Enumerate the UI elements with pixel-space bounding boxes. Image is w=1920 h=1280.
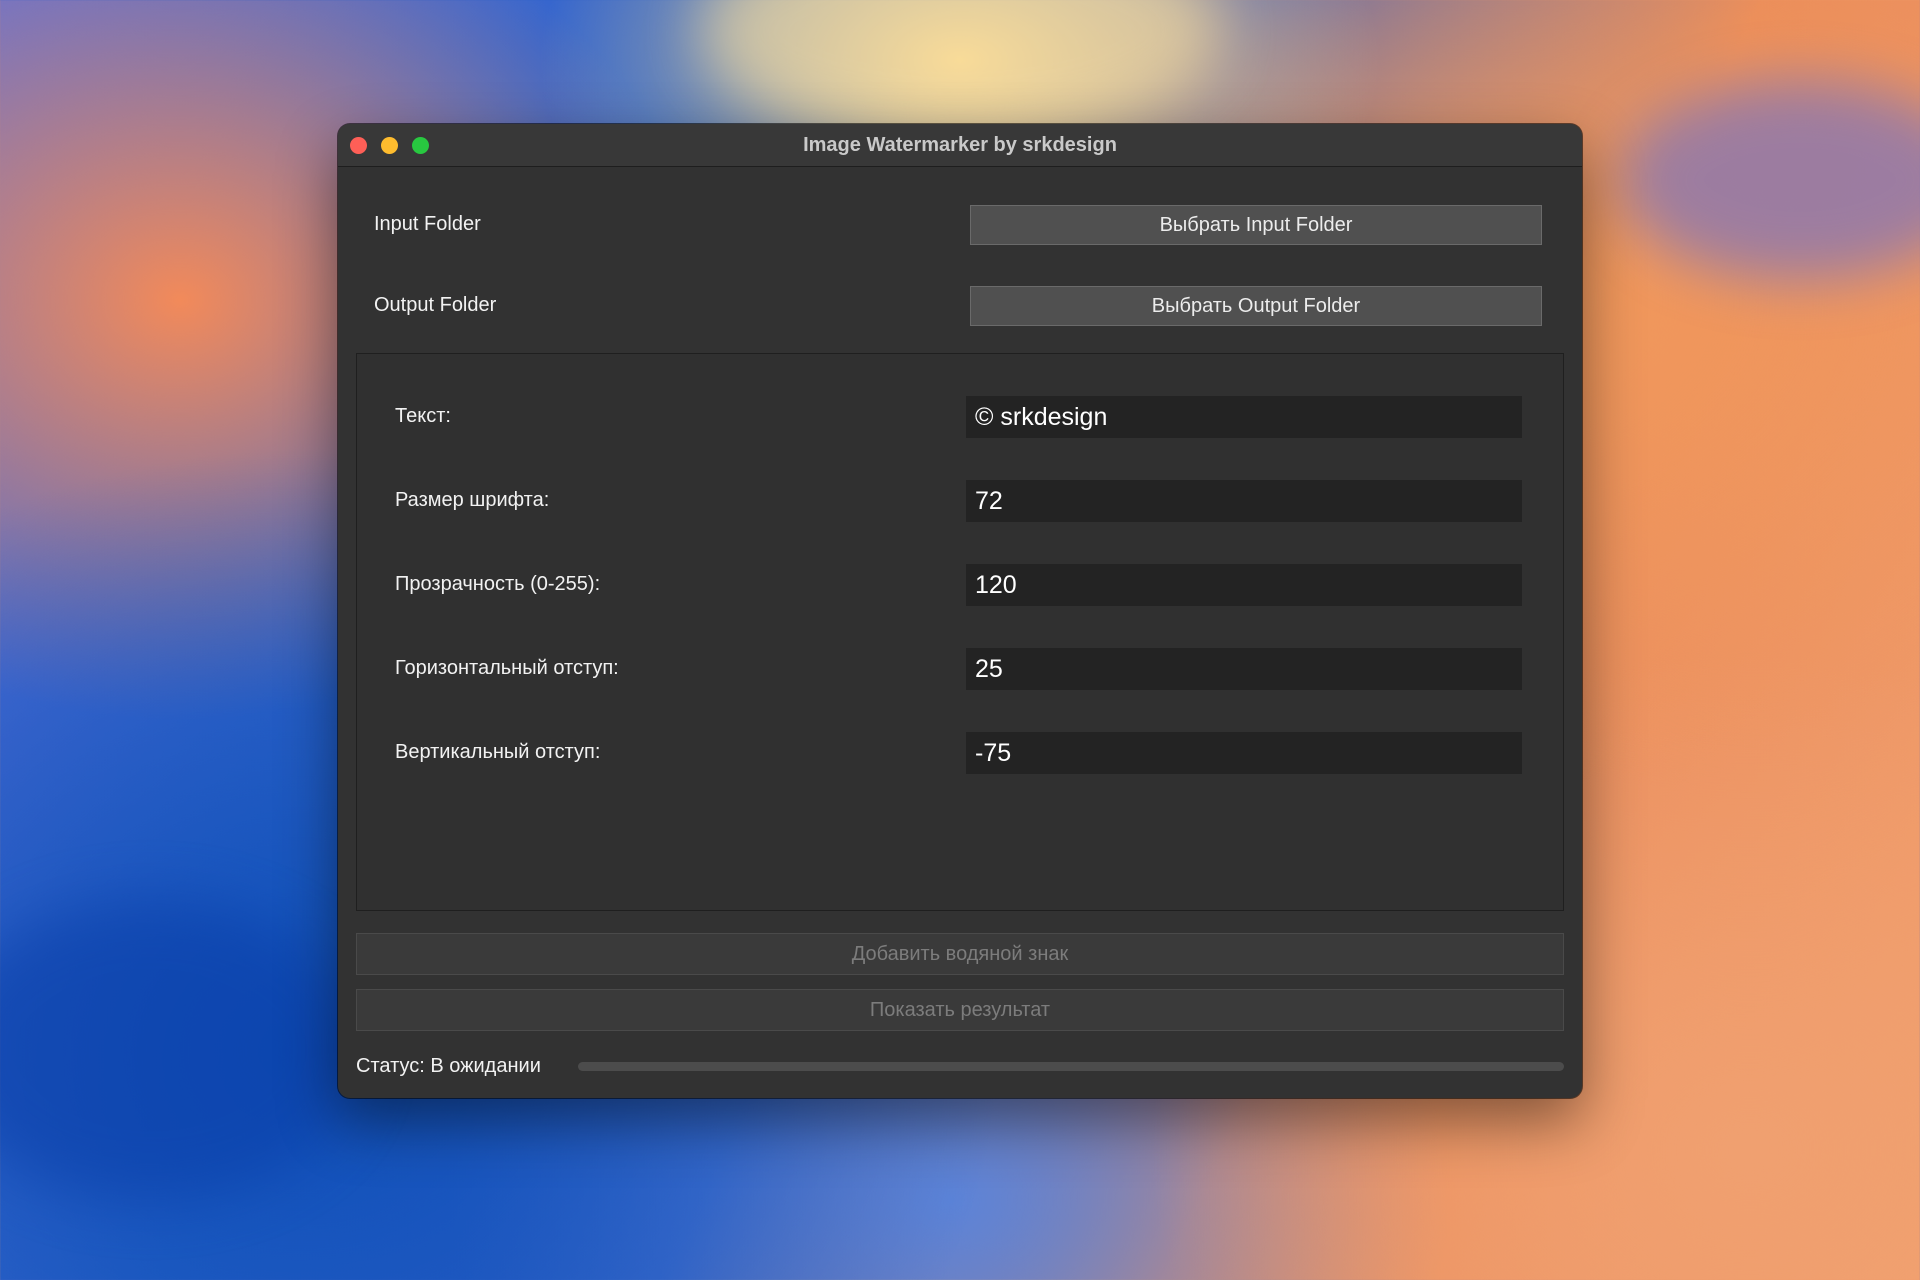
font-size-input[interactable] — [966, 480, 1522, 522]
show-result-button[interactable]: Показать результат — [356, 989, 1564, 1031]
wallpaper-streak — [0, 900, 360, 1200]
input-folder-label: Input Folder — [374, 213, 481, 235]
horizontal-offset-input[interactable] — [966, 648, 1522, 690]
app-window: Image Watermarker by srkdesign Input Fol… — [338, 124, 1582, 1098]
font-size-label: Размер шрифта: — [395, 489, 550, 511]
watermark-settings-panel: Текст: Размер шрифта: Прозрачность (0-25… — [356, 353, 1564, 911]
add-watermark-button[interactable]: Добавить водяной знак — [356, 933, 1564, 975]
watermark-text-input[interactable] — [966, 396, 1522, 438]
opacity-label: Прозрачность (0-255): — [395, 573, 601, 595]
window-title: Image Watermarker by srkdesign — [803, 134, 1117, 156]
choose-output-folder-button[interactable]: Выбрать Output Folder — [970, 286, 1542, 326]
horizontal-offset-label: Горизонтальный отступ: — [395, 657, 619, 679]
wallpaper-streak — [1620, 80, 1920, 280]
choose-input-folder-button[interactable]: Выбрать Input Folder — [970, 205, 1542, 245]
wallpaper-streak — [700, 0, 1220, 140]
vertical-offset-input[interactable] — [966, 732, 1522, 774]
status-label: Статус: В ожидании — [356, 1055, 541, 1077]
progress-bar — [578, 1062, 1564, 1071]
opacity-input[interactable] — [966, 564, 1522, 606]
text-label: Текст: — [395, 405, 451, 427]
output-folder-label: Output Folder — [374, 294, 497, 316]
vertical-offset-label: Вертикальный отступ: — [395, 741, 601, 763]
title-bar[interactable]: Image Watermarker by srkdesign — [338, 124, 1582, 167]
